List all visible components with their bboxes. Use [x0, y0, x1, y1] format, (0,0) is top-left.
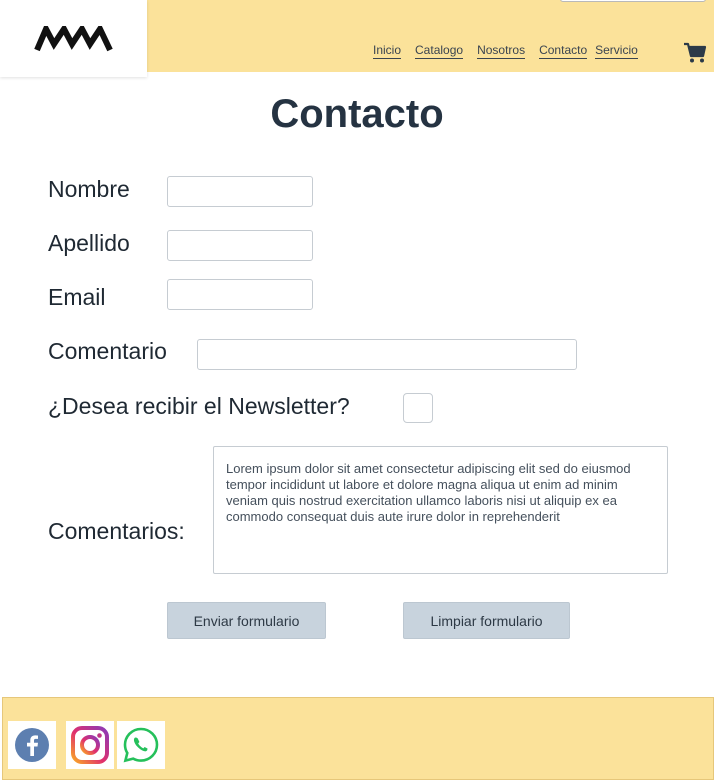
apellido-input[interactable] [167, 230, 313, 261]
facebook-link[interactable] [8, 721, 56, 769]
comentario-label: Comentario [48, 338, 167, 364]
whatsapp-icon [123, 727, 159, 763]
logo[interactable] [0, 0, 147, 77]
nav-servicio[interactable]: Servicio [595, 43, 638, 59]
page-title: Contacto [270, 92, 444, 136]
nav-contacto[interactable]: Contacto [539, 43, 588, 59]
nombre-label: Nombre [48, 176, 130, 202]
instagram-link[interactable] [66, 721, 114, 769]
apellido-label: Apellido [48, 230, 130, 256]
newsletter-checkbox[interactable] [403, 393, 433, 423]
comentarios-textarea[interactable]: Lorem ipsum dolor sit amet consectetur a… [213, 446, 668, 574]
submit-button[interactable]: Enviar formulario [167, 602, 326, 639]
reset-button[interactable]: Limpiar formulario [403, 602, 570, 639]
comentario-input[interactable] [197, 339, 577, 370]
comentarios-text: Lorem ipsum dolor sit amet consectetur a… [226, 461, 631, 524]
email-input[interactable] [167, 279, 313, 310]
email-label: Email [48, 284, 106, 310]
nav-nosotros[interactable]: Nosotros [477, 43, 526, 59]
comentarios-label: Comentarios: [48, 518, 185, 544]
whatsapp-link[interactable] [117, 721, 165, 769]
nav-catalogo[interactable]: Catalogo [415, 43, 464, 59]
header-search-input[interactable] [560, 0, 706, 2]
nav-inicio[interactable]: Inicio [373, 43, 402, 59]
logo-icon [33, 25, 113, 51]
cart-icon[interactable] [683, 42, 707, 64]
main-nav: Inicio Catalogo Nosotros Contacto Servic… [373, 43, 652, 59]
instagram-icon [71, 726, 109, 764]
newsletter-label: ¿Desea recibir el Newsletter? [48, 393, 350, 419]
facebook-icon [15, 728, 49, 762]
nombre-input[interactable] [167, 176, 313, 207]
